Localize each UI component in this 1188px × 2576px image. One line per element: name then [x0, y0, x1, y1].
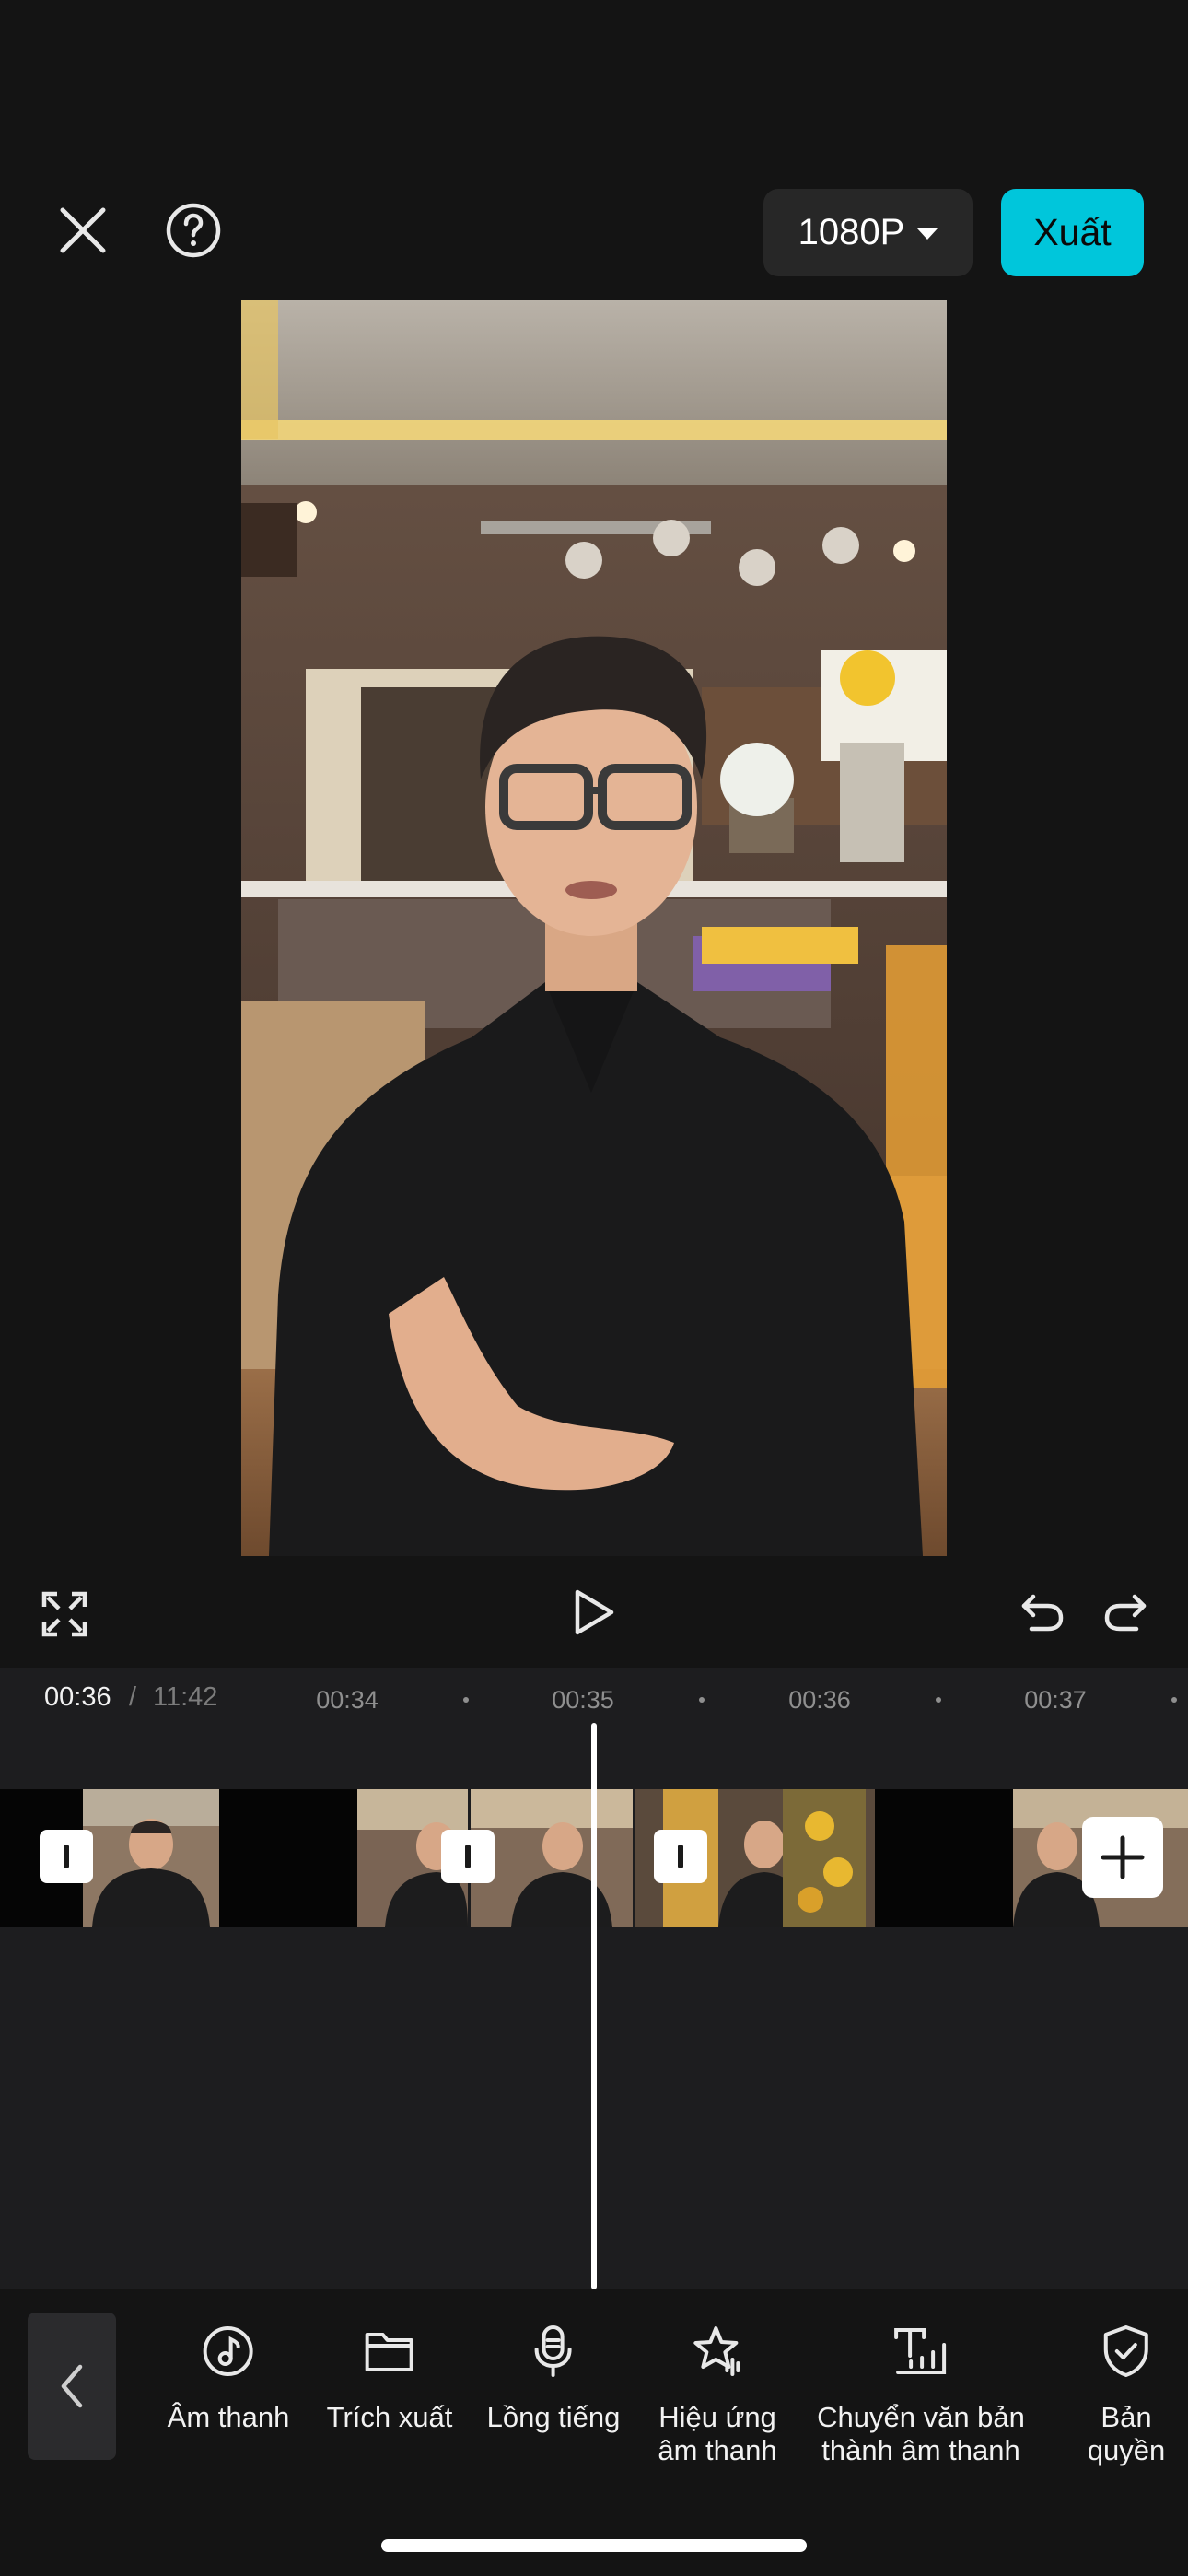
fullscreen-icon [41, 1591, 87, 1637]
caret-down-icon [917, 228, 938, 240]
redo-button[interactable] [1098, 1585, 1153, 1640]
tool-label: Hiệu ứng âm thanh [658, 2401, 777, 2466]
text-to-speech-icon [894, 2328, 946, 2374]
ruler-tick-label: 00:34 [316, 1686, 379, 1714]
microphone-icon [535, 2325, 572, 2377]
shield-check-icon [1103, 2325, 1148, 2377]
ruler-dot [936, 1697, 941, 1703]
undo-icon [1021, 1594, 1064, 1632]
video-preview[interactable] [241, 300, 947, 1556]
clip-black-segment [219, 1789, 357, 1927]
resolution-dropdown[interactable]: 1080P [763, 189, 973, 276]
tool-label: Bản quyền [1087, 2401, 1166, 2466]
star-sound-icon [693, 2326, 740, 2376]
time-separator: / [129, 1682, 137, 1712]
music-note-icon [203, 2326, 253, 2376]
ruler-tick-label: 00:36 [788, 1686, 851, 1714]
tool-label: Chuyển văn bản thành âm thanh [817, 2401, 1025, 2466]
total-time: 11:42 [153, 1682, 218, 1712]
back-button[interactable] [28, 2313, 116, 2460]
transition-icon [465, 1845, 471, 1868]
close-button[interactable] [48, 195, 118, 265]
transition-button[interactable] [654, 1830, 707, 1883]
tool-copyright[interactable]: Bản quyền [1088, 2322, 1165, 2467]
home-indicator [381, 2539, 807, 2552]
close-icon [60, 207, 106, 253]
ruler-tick-label: 00:37 [1024, 1686, 1087, 1714]
tool-text-to-speech[interactable]: Chuyển văn bản thành âm thanh [817, 2322, 1025, 2467]
ruler-dot [699, 1697, 705, 1703]
ruler-dot [463, 1697, 469, 1703]
transition-icon [64, 1845, 69, 1868]
ruler-dot [1171, 1697, 1177, 1703]
chevron-left-icon [61, 2364, 83, 2408]
playhead[interactable] [591, 1723, 597, 2289]
transition-button[interactable] [40, 1830, 93, 1883]
redo-icon [1104, 1594, 1147, 1632]
current-time: 00:36 [44, 1682, 111, 1712]
plus-icon [1101, 1835, 1145, 1879]
video-frame [241, 300, 947, 1556]
tool-sound-effects[interactable]: Hiệu ứng âm thanh [658, 2322, 777, 2467]
fullscreen-button[interactable] [37, 1587, 92, 1642]
export-button[interactable]: Xuất [1001, 189, 1144, 276]
video-clip-thumbnail[interactable] [471, 1789, 633, 1927]
tool-voiceover[interactable]: Lồng tiếng [486, 2322, 621, 2434]
clip-black-segment [875, 1789, 1013, 1927]
tool-audio[interactable]: Âm thanh [167, 2322, 290, 2434]
add-clip-button[interactable] [1082, 1817, 1163, 1898]
play-button[interactable] [565, 1581, 623, 1644]
transition-button[interactable] [441, 1830, 495, 1883]
transition-icon [678, 1845, 683, 1868]
video-clip-thumbnail[interactable] [83, 1789, 219, 1927]
tool-extract[interactable]: Trích xuất [326, 2322, 453, 2434]
resolution-label: 1080P [798, 212, 905, 252]
play-icon [575, 1589, 614, 1635]
folder-icon [365, 2333, 413, 2371]
export-label: Xuất [1033, 211, 1112, 253]
tool-label: Lồng tiếng [486, 2401, 621, 2433]
tool-label: Trích xuất [326, 2401, 453, 2433]
tool-label: Âm thanh [167, 2401, 290, 2433]
question-mark-icon [166, 203, 221, 258]
ruler-tick-label: 00:35 [552, 1686, 614, 1714]
undo-button[interactable] [1015, 1585, 1070, 1640]
help-button[interactable] [158, 195, 228, 265]
